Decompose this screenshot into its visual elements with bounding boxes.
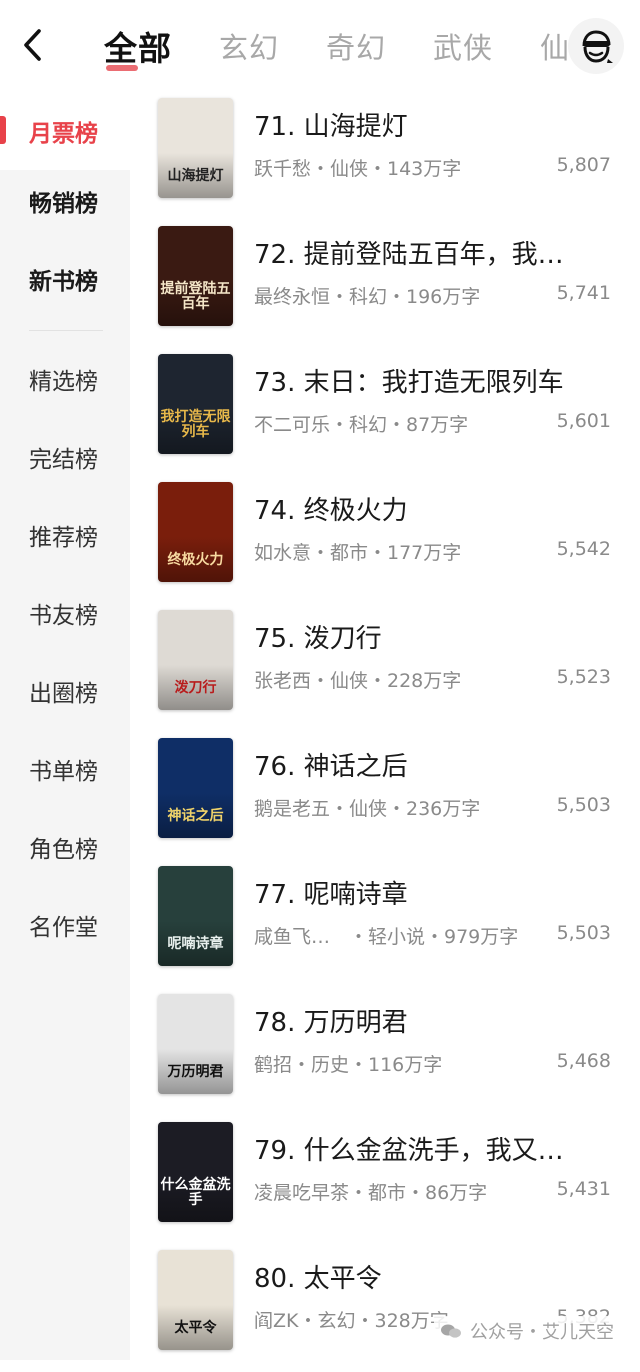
sidebar-item-reader-friend[interactable]: 书友榜: [0, 574, 130, 652]
book-title[interactable]: 73. 末日：我打造无限列车: [254, 362, 604, 399]
vote-count: 5,741: [556, 282, 611, 304]
book-cover[interactable]: 太平令: [158, 1250, 233, 1350]
list-item[interactable]: 呢喃诗章 77. 呢喃诗章 咸鱼飞… ・轻小说・979万字 5,503: [130, 860, 640, 988]
book-cover[interactable]: 什么金盆洗手: [158, 1122, 233, 1222]
tab-all[interactable]: 全部: [104, 22, 172, 71]
sidebar-item-breakout[interactable]: 出圈榜: [0, 652, 130, 730]
book-meta: 如水意・都市・177万字: [254, 542, 462, 564]
list-item[interactable]: 我打造无限列车 73. 末日：我打造无限列车 不二可乐・科幻・87万字 5,60…: [130, 348, 640, 476]
book-meta: 不二可乐・科幻・87万字: [254, 414, 469, 436]
tab-wuxia[interactable]: 武侠: [433, 25, 493, 67]
cover-title: 终极火力: [167, 552, 224, 568]
list-item[interactable]: 太平令 80. 太平令 阎ZK・玄幻・328万字 5,382: [130, 1244, 640, 1372]
sidebar-item-hall-of-fame[interactable]: 名作堂: [0, 886, 130, 964]
book-title[interactable]: 71. 山海提灯: [254, 106, 604, 143]
vote-count: 5,523: [556, 666, 611, 688]
book-meta: 凌晨吃早茶・都市・86万字: [254, 1182, 488, 1204]
vote-count: 5,807: [556, 154, 611, 176]
cover-title: 万历明君: [167, 1064, 224, 1080]
cover-title: 山海提灯: [167, 168, 224, 184]
cover-title: 太平令: [174, 1320, 217, 1336]
book-cover[interactable]: 终极火力: [158, 482, 233, 582]
back-button[interactable]: [14, 22, 50, 68]
tab-qihuan[interactable]: 奇幻: [326, 25, 386, 67]
rank-sidebar: 月票榜 畅销榜 新书榜 精选榜 完结榜 推荐榜 书友榜 出圈榜 书单榜 角色榜 …: [0, 92, 130, 1360]
sidebar-item-recommended[interactable]: 推荐榜: [0, 496, 130, 574]
vote-count: 5,601: [556, 410, 611, 432]
list-item[interactable]: 提前登陆五百年 72. 提前登陆五百年，我… 最终永恒・科幻・196万字 5,7…: [130, 220, 640, 348]
vote-count: 5,542: [556, 538, 611, 560]
user-avatar-icon: [582, 30, 613, 63]
book-cover[interactable]: 呢喃诗章: [158, 866, 233, 966]
book-meta: 张老西・仙侠・228万字: [254, 670, 462, 692]
watermark-text: 公众号・艾儿天空: [470, 1322, 614, 1343]
vote-count: 5,431: [556, 1178, 611, 1200]
tab-xuanhuan[interactable]: 玄幻: [219, 25, 279, 67]
cover-title: 神话之后: [167, 808, 224, 824]
book-cover[interactable]: 山海提灯: [158, 98, 233, 198]
list-item[interactable]: 终极火力 74. 终极火力 如水意・都市・177万字 5,542: [130, 476, 640, 604]
book-title[interactable]: 79. 什么金盆洗手，我又…: [254, 1130, 604, 1167]
sidebar-item-bestseller[interactable]: 畅销榜: [0, 162, 130, 240]
vote-count: 5,503: [556, 794, 611, 816]
book-title[interactable]: 78. 万历明君: [254, 1002, 604, 1039]
book-meta: 阎ZK・玄幻・328万字: [254, 1310, 449, 1332]
book-title[interactable]: 72. 提前登陆五百年，我…: [254, 234, 604, 271]
list-item[interactable]: 什么金盆洗手 79. 什么金盆洗手，我又… 凌晨吃早茶・都市・86万字 5,43…: [130, 1116, 640, 1244]
avatar[interactable]: [568, 18, 624, 74]
watermark: 公众号・艾儿天空: [434, 1316, 620, 1346]
sidebar-divider: [29, 330, 103, 331]
chevron-left-icon: [24, 29, 41, 61]
book-meta: 跃千愁・仙侠・143万字: [254, 158, 462, 180]
top-bar: 全部 玄幻 奇幻 武侠 仙侠: [0, 0, 640, 92]
book-cover[interactable]: 神话之后: [158, 738, 233, 838]
sidebar-item-character[interactable]: 角色榜: [0, 808, 130, 886]
sidebar-item-book-list[interactable]: 书单榜: [0, 730, 130, 808]
sidebar-item-monthly-ticket[interactable]: 月票榜: [0, 92, 130, 170]
sidebar-item-new-book[interactable]: 新书榜: [0, 240, 130, 318]
book-meta: 最终永恒・科幻・196万字: [254, 286, 481, 308]
book-title[interactable]: 75. 泼刀行: [254, 618, 604, 655]
list-item[interactable]: 山海提灯 71. 山海提灯 跃千愁・仙侠・143万字 5,807: [130, 92, 640, 220]
cover-title: 泼刀行: [174, 680, 217, 696]
sidebar-item-featured[interactable]: 精选榜: [0, 340, 130, 418]
cover-title: 什么金盆洗手: [160, 1177, 231, 1208]
cover-title: 呢喃诗章: [167, 936, 224, 952]
book-cover[interactable]: 我打造无限列车: [158, 354, 233, 454]
list-item[interactable]: 万历明君 78. 万历明君 鹤招・历史・116万字 5,468: [130, 988, 640, 1116]
book-title[interactable]: 77. 呢喃诗章: [254, 874, 604, 911]
book-cover[interactable]: 提前登陆五百年: [158, 226, 233, 326]
book-title[interactable]: 76. 神话之后: [254, 746, 604, 783]
book-title[interactable]: 74. 终极火力: [254, 490, 604, 527]
book-meta: 鹅是老五・仙侠・236万字: [254, 798, 481, 820]
category-tabs: 全部 玄幻 奇幻 武侠 仙侠: [104, 20, 640, 72]
cover-title: 提前登陆五百年: [160, 281, 231, 312]
list-item[interactable]: 泼刀行 75. 泼刀行 张老西・仙侠・228万字 5,523: [130, 604, 640, 732]
book-meta: 鹤招・历史・116万字: [254, 1054, 443, 1076]
book-title[interactable]: 80. 太平令: [254, 1258, 604, 1295]
book-cover[interactable]: 万历明君: [158, 994, 233, 1094]
sidebar-item-completed[interactable]: 完结榜: [0, 418, 130, 496]
vote-count: 5,503: [556, 922, 611, 944]
wechat-icon: [441, 1324, 461, 1338]
cover-title: 我打造无限列车: [160, 409, 231, 440]
vote-count: 5,468: [556, 1050, 611, 1072]
book-cover[interactable]: 泼刀行: [158, 610, 233, 710]
book-meta: 咸鱼飞… ・轻小说・979万字: [254, 926, 519, 948]
list-item[interactable]: 神话之后 76. 神话之后 鹅是老五・仙侠・236万字 5,503: [130, 732, 640, 860]
